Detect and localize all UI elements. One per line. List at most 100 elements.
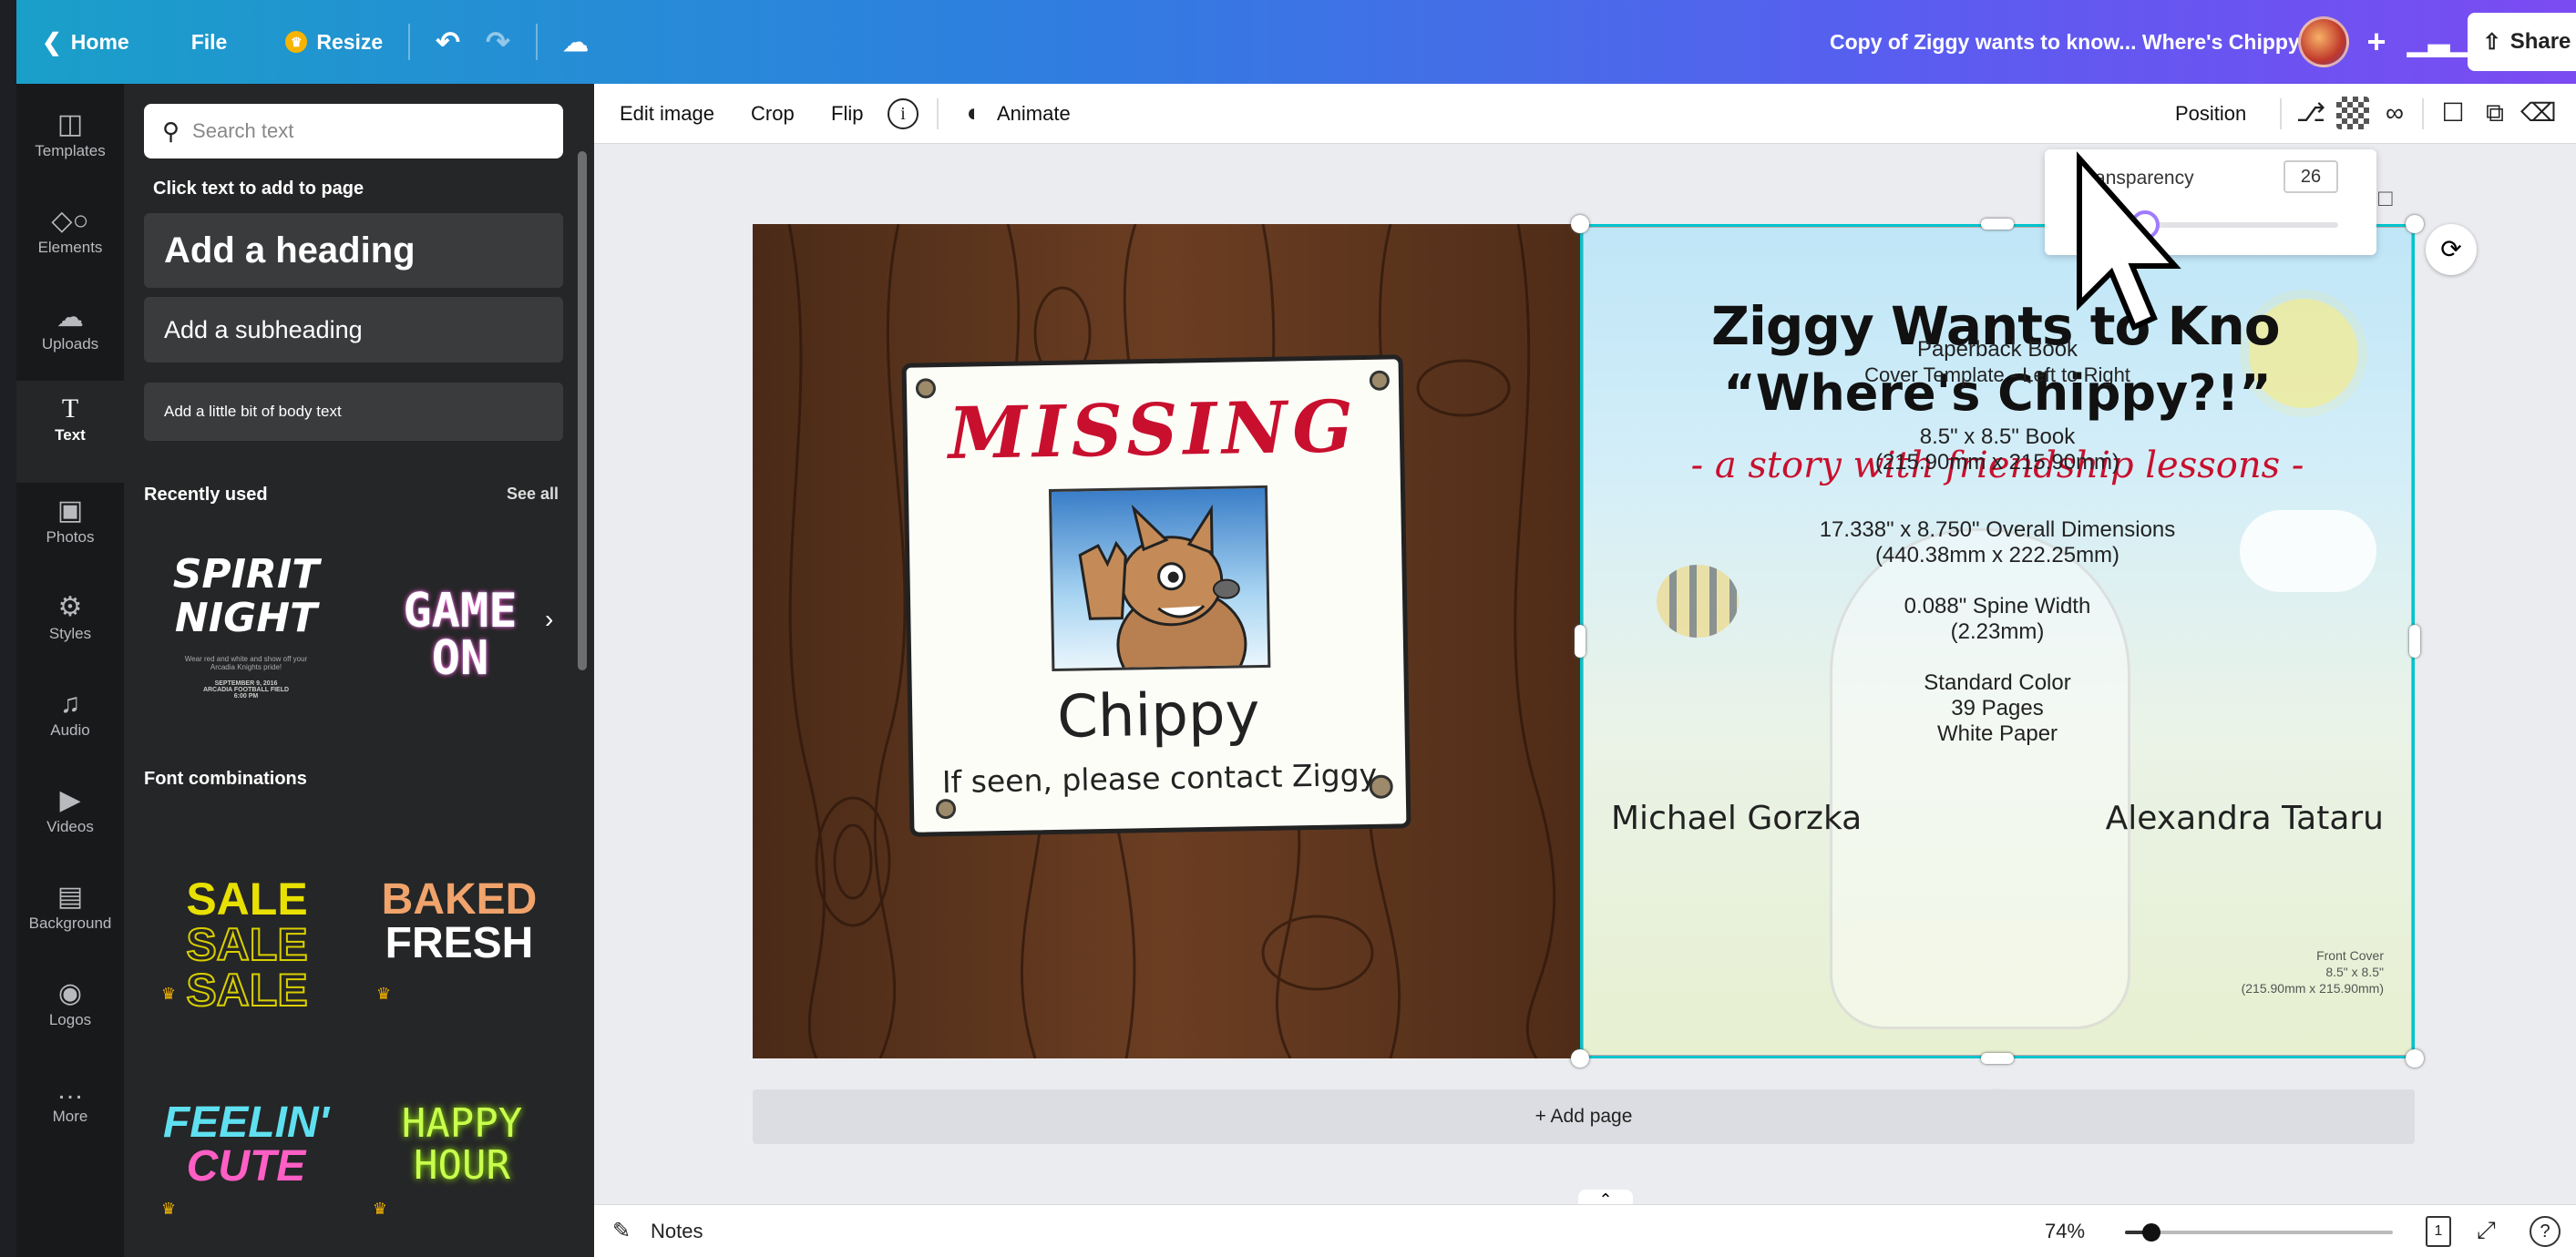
add-page-button[interactable]: + Add page [753, 1089, 2415, 1144]
divider [937, 98, 939, 129]
resize-handle[interactable] [1571, 1049, 1589, 1068]
rail-elements[interactable]: ◇○ Elements [16, 193, 124, 284]
info-icon[interactable]: i [888, 98, 919, 129]
tile-text: FRESH [385, 919, 534, 967]
tile-text: SALE [185, 965, 308, 1016]
zoom-level[interactable]: 74% [2045, 1220, 2085, 1243]
crop-button[interactable]: Crop [751, 84, 795, 144]
rail-more[interactable]: … More [16, 1062, 124, 1153]
resize-handle[interactable] [2406, 215, 2424, 233]
rail-uploads[interactable]: ☁ Uploads [16, 290, 124, 381]
search-input[interactable] [192, 119, 539, 143]
baked-fresh-template[interactable]: BAKED FRESH [368, 858, 550, 986]
search-icon: ⚲ [162, 117, 180, 145]
home-label: Home [70, 29, 129, 54]
rail-photos[interactable]: ▣ Photos [16, 483, 124, 574]
redo-button[interactable]: ↷ [473, 15, 523, 69]
page-count-button[interactable]: 1 [2426, 1216, 2451, 1247]
chippy-illustration [1078, 504, 1247, 672]
template-text: Cover Template - Left to Right [1864, 363, 2130, 386]
front-cover-page[interactable]: Ziggy Wants to Kno “Where's Chippy?!” - … [1580, 224, 2415, 1058]
template-text: 39 Pages [1951, 696, 2044, 720]
panel-scrollbar[interactable] [578, 151, 587, 670]
rail-logos[interactable]: ◉ Logos [16, 966, 124, 1057]
lock-icon[interactable]: ☐ [2437, 97, 2469, 129]
file-menu-button[interactable]: File [179, 15, 241, 69]
rail-videos[interactable]: ▶ Videos [16, 772, 124, 864]
missing-poster[interactable]: MISSING Chippy If seen, please contact Z… [901, 354, 1411, 837]
click-to-add-title: Click text to add to page [153, 179, 364, 199]
regenerate-icon[interactable]: ⟳ [2426, 224, 2477, 275]
notes-button[interactable]: Notes [651, 1220, 703, 1243]
help-icon[interactable]: ? [2530, 1216, 2561, 1247]
insights-button[interactable]: ▁▃▁ [2407, 16, 2470, 67]
invite-button[interactable]: + [2351, 16, 2402, 67]
zoom-slider-thumb[interactable] [2142, 1223, 2161, 1242]
zoom-slider[interactable] [2125, 1223, 2393, 1242]
resize-handle[interactable] [1981, 1053, 2014, 1064]
avatar[interactable] [2298, 16, 2349, 67]
tile-text: SPIRIT [172, 550, 320, 598]
rail-background[interactable]: ▤ Background [16, 869, 124, 960]
rail-templates[interactable]: ◫ Templates [16, 97, 124, 188]
add-heading-button[interactable]: Add a heading [144, 213, 563, 288]
animate-button[interactable]: Animate [997, 84, 1071, 144]
carousel-next-icon[interactable]: › [545, 605, 553, 634]
rail-label: Videos [46, 818, 94, 835]
resize-handle[interactable] [1571, 215, 1589, 233]
chippy-photo [1048, 485, 1271, 672]
fullscreen-icon[interactable]: ⤢ [2477, 1216, 2496, 1245]
template-text: Standard Color [1924, 670, 2071, 695]
template-info: Paperback Book Cover Template - Left to … [1584, 337, 2411, 747]
bar-chart-icon: ▁▃▁ [2407, 26, 2471, 56]
duplicate-icon[interactable]: ⧉ [2479, 97, 2511, 129]
template-text: Paperback Book [1916, 337, 2078, 362]
rail-styles[interactable]: ⚙ Styles [16, 579, 124, 670]
spirit-night-template[interactable]: SPIRIT NIGHT Wear red and white and show… [155, 530, 337, 721]
cloud-save-button[interactable]: ☁ [550, 15, 601, 69]
rail-audio[interactable]: ♫ Audio [16, 676, 124, 767]
paint-roller-icon[interactable]: ⎇ [2294, 97, 2327, 129]
template-text: 17.338" x 8.750" Overall Dimensions [1819, 517, 2176, 542]
premium-crown-icon: ♛ [375, 985, 392, 1003]
template-text: 8.5" x 8.5" Book [1919, 424, 2076, 449]
see-all-link[interactable]: See all [507, 485, 559, 504]
trash-icon[interactable]: ⌫ [2520, 97, 2557, 129]
happy-hour-template[interactable]: HAPPY HOUR [366, 1077, 558, 1213]
transparency-icon[interactable] [2336, 97, 2369, 129]
tile-text: BAKED [381, 875, 538, 924]
add-subheading-button[interactable]: Add a subheading [144, 297, 563, 363]
tile-text: ARCADIA FOOTBALL FIELD [202, 686, 290, 693]
transparency-value-input[interactable]: 26 [2284, 160, 2338, 193]
link-icon[interactable]: ∞ [2378, 97, 2411, 129]
template-text: 0.088" Spine Width [1904, 594, 2091, 618]
pin-icon [935, 798, 957, 820]
add-page-corner-icon[interactable]: □ [2378, 184, 2393, 212]
more-icon: … [56, 1075, 84, 1105]
flip-button[interactable]: Flip [831, 84, 863, 144]
rail-text[interactable]: T Text [16, 381, 124, 483]
tile-text: NIGHT [174, 594, 318, 641]
resize-button[interactable]: ♛ Resize [272, 15, 395, 69]
home-button[interactable]: ❮ Home [29, 15, 142, 69]
template-text: (215.90mm x 215.90mm) [1874, 450, 2120, 475]
illustrator-name: Alexandra Tataru [2105, 800, 2384, 837]
resize-handle[interactable] [1981, 219, 2014, 230]
share-button[interactable]: ⇧ Share [2468, 13, 2576, 71]
styles-icon: ⚙ [57, 592, 83, 622]
undo-button[interactable]: ↶ [423, 15, 473, 69]
document-title[interactable]: Copy of Ziggy wants to know... Where's C… [1830, 0, 2313, 84]
back-cover-page[interactable]: MISSING Chippy If seen, please contact Z… [753, 224, 1580, 1058]
resize-handle[interactable] [2406, 1049, 2424, 1068]
edit-image-button[interactable]: Edit image [620, 84, 714, 144]
search-box[interactable]: ⚲ [144, 104, 563, 158]
notes-icon[interactable]: ✎ [612, 1218, 631, 1244]
feelin-cute-template[interactable]: FEELIN' CUTE [155, 1077, 337, 1213]
add-body-text-button[interactable]: Add a little bit of body text [144, 383, 563, 441]
game-on-template[interactable]: GAME ON [374, 567, 547, 703]
sale-template[interactable]: SALE SALE SALE [160, 840, 334, 1049]
position-button[interactable]: Position [2175, 84, 2246, 144]
resize-handle[interactable] [1575, 625, 1586, 658]
canva-editor: ❮ Home File ♛ Resize ↶ ↷ ☁ Copy of Ziggy… [0, 0, 2576, 1257]
resize-handle[interactable] [2409, 625, 2420, 658]
